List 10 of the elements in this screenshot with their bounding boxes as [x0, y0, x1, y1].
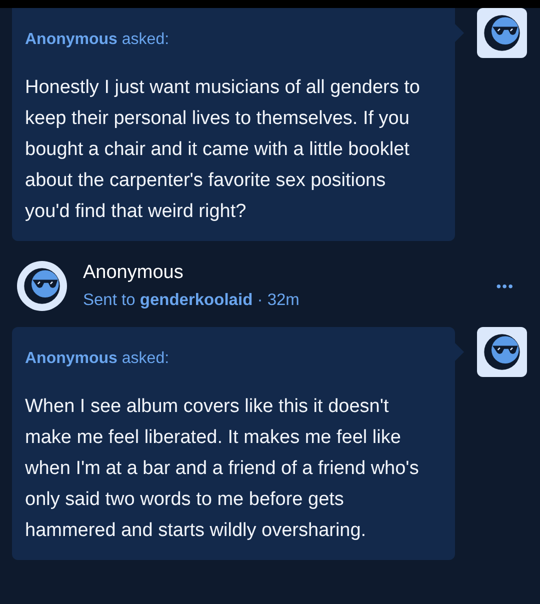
question-text: Honestly I just want musicians of all genders to keep their personal lives to themselves. If you bought a chair and it came with a little booklet about the carpenter's favorite sex positions you'd find that weird right? [25, 76, 421, 224]
avatar-icon[interactable] [477, 8, 527, 58]
asker-label: Anonymous asked: [25, 349, 170, 369]
avatar-icon[interactable] [17, 261, 67, 311]
avatar-icon[interactable] [477, 327, 527, 377]
post-meta: Sent to genderkoolaid · 32m [83, 290, 300, 310]
question-text: When I see album covers like this it doesn't make me feel liberated. It makes me feel like when I'm at a bar and a friend of a friend who's only said two words to me before gets hammered and starts wildly oversharing. [25, 395, 420, 543]
author-name[interactable]: Anonymous [83, 260, 184, 284]
more-button[interactable]: ••• [496, 276, 514, 296]
asker-label: Anonymous asked: [25, 30, 170, 50]
